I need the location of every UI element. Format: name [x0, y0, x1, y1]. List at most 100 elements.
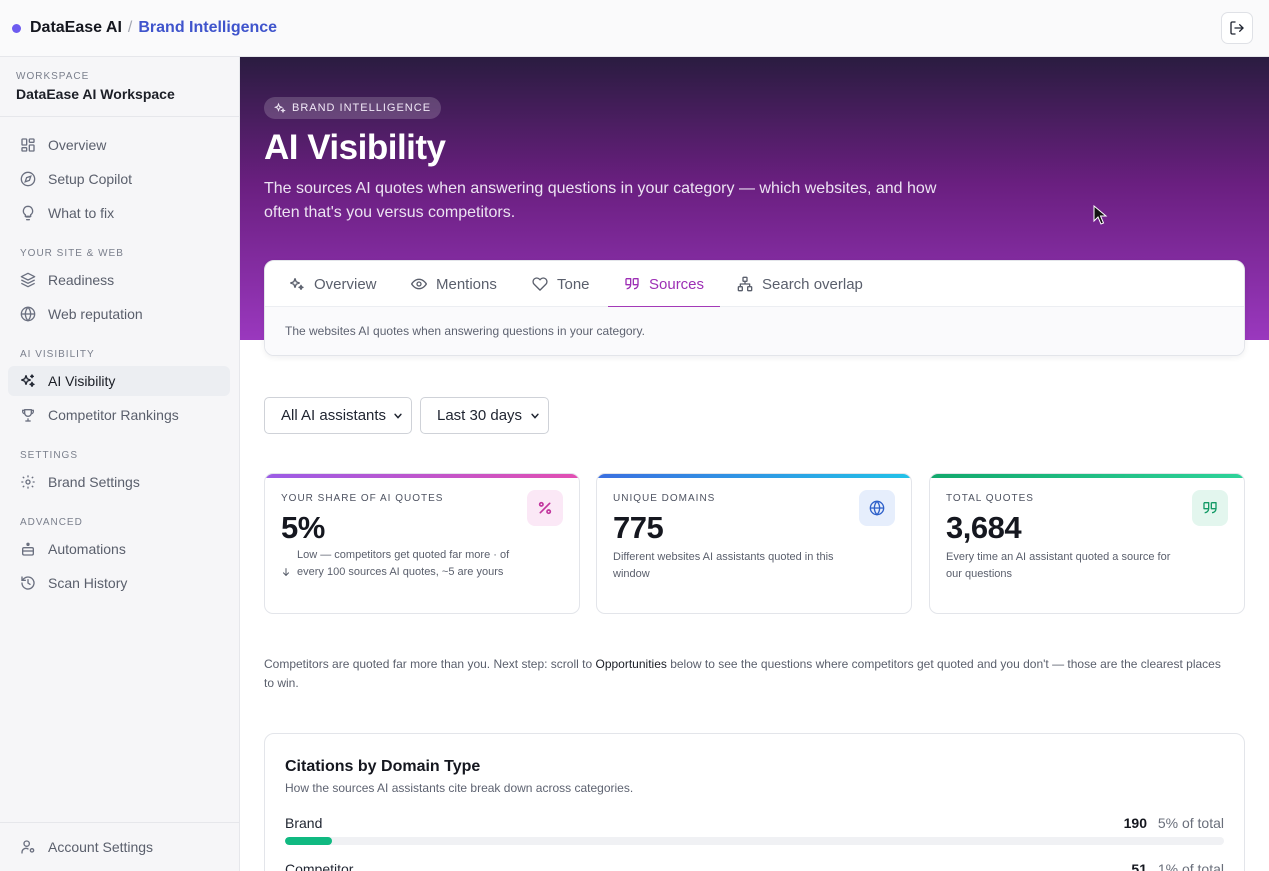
tab-label: Sources: [649, 275, 705, 293]
citation-row-track: [285, 837, 1224, 845]
tab-tone[interactable]: Tone: [532, 261, 590, 307]
eye-icon: [411, 278, 427, 290]
stat-label: YOUR SHARE OF AI QUOTES: [281, 493, 444, 504]
citation-row-fill: [285, 837, 332, 845]
citation-row-percent: 5% of total: [1157, 815, 1224, 831]
citation-row-label: Competitor: [285, 861, 354, 871]
section-heading-settings: SETTINGS: [20, 450, 79, 461]
sparkles-icon: [290, 278, 304, 290]
sidebar-item-label: AI Visibility: [48, 373, 116, 389]
heart-icon: [532, 277, 548, 291]
sidebar-item-label: Readiness: [48, 272, 115, 288]
sidebar-item-label: Web reputation: [48, 306, 143, 322]
next-step-note: Competitors are quoted far more than you…: [264, 655, 1224, 693]
tab-overview[interactable]: Overview: [289, 261, 377, 307]
citation-row-label: Brand: [285, 815, 323, 831]
network-icon: [737, 276, 753, 292]
sidebar-item-label: Setup Copilot: [48, 171, 133, 187]
tab-label: Mentions: [436, 275, 497, 293]
stat-value: 775: [613, 510, 664, 545]
tab-description-panel: The websites AI quotes when answering qu…: [265, 307, 1244, 355]
citation-row-count: 190: [1123, 815, 1147, 831]
mouse-cursor-icon: [1093, 205, 1108, 225]
sidebar-item-ai-visibility[interactable]: AI Visibility: [8, 366, 230, 396]
tab-label: Tone: [557, 275, 590, 293]
stat-label: UNIQUE DOMAINS: [613, 493, 716, 504]
tab-description: The websites AI quotes when answering qu…: [285, 324, 645, 338]
chevron-down-icon: [394, 413, 402, 419]
stat-value: 3,684: [946, 510, 1022, 545]
sidebar-item-competitor-rankings[interactable]: Competitor Rankings: [8, 400, 230, 430]
section-heading-site: YOUR SITE & WEB: [20, 248, 124, 259]
stat-note-text: Low — competitors get quoted far more · …: [297, 549, 510, 578]
tab-sources[interactable]: Sources: [607, 261, 721, 308]
workspace-label: WORKSPACE: [16, 71, 90, 82]
layers-icon: [20, 272, 36, 288]
sidebar-item-scan-history[interactable]: Scan History: [8, 568, 230, 598]
sidebar-item-label: Competitor Rankings: [48, 407, 179, 423]
top-bar: DataEase AI / Brand Intelligence: [0, 0, 1269, 57]
section-heading-ai: AI VISIBILITY: [20, 349, 95, 360]
quote-icon: [1203, 502, 1217, 514]
logout-icon: [1230, 21, 1244, 35]
hero-badge: BRAND INTELLIGENCE: [264, 97, 442, 119]
tab-mentions[interactable]: Mentions: [411, 261, 497, 307]
sidebar-item-account-settings[interactable]: Account Settings: [8, 832, 230, 862]
stat-icon: [859, 490, 895, 526]
assistant-select-value: All AI assistants: [281, 407, 387, 424]
citations-card: Citations by Domain Type How the sources…: [264, 733, 1245, 871]
bot-icon: [22, 542, 34, 556]
sidebar-divider: [0, 116, 240, 117]
sidebar-item-automations[interactable]: Automations: [8, 534, 230, 564]
assistant-select[interactable]: All AI assistants: [264, 397, 412, 434]
sidebar-item-what-to-fix[interactable]: What to fix: [8, 198, 230, 228]
percent-icon: [538, 501, 552, 515]
quote-icon: [625, 278, 639, 290]
stat-card-accent: [265, 474, 579, 478]
user-settings-icon: [21, 840, 35, 854]
opportunities-link[interactable]: Opportunities: [596, 657, 667, 671]
tab-search-overlap[interactable]: Search overlap: [737, 261, 863, 307]
sidebar-item-label: Scan History: [48, 575, 128, 591]
dashboard-icon: [21, 138, 35, 152]
tab-bar: Overview Mentions Tone Sources Search ov…: [265, 261, 1244, 308]
tab-label: Search overlap: [762, 275, 863, 293]
sidebar-item-overview[interactable]: Overview: [8, 130, 230, 160]
citation-row-count: 51: [1131, 861, 1147, 871]
workspace-name[interactable]: DataEase AI Workspace: [16, 86, 175, 102]
arrow-down-icon: [282, 568, 290, 577]
sidebar-item-label: What to fix: [48, 205, 115, 221]
sidebar-item-label: Automations: [48, 541, 126, 557]
lightbulb-icon: [22, 205, 34, 221]
stat-value: 5%: [281, 510, 325, 545]
citations-subtitle: How the sources AI assistants cite break…: [285, 781, 634, 795]
page-title: AI Visibility: [264, 128, 446, 167]
sidebar-item-label: Overview: [48, 137, 107, 153]
sidebar-item-web-reputation[interactable]: Web reputation: [8, 299, 230, 329]
breadcrumb-separator: /: [127, 19, 133, 36]
sparkles-icon: [21, 374, 35, 387]
stat-note: Low — competitors get quoted far more · …: [281, 547, 521, 581]
sidebar-item-readiness[interactable]: Readiness: [8, 265, 230, 295]
product-name[interactable]: Brand Intelligence: [138, 19, 277, 37]
stat-card-quotes: TOTAL QUOTES 3,684 Every time an AI assi…: [929, 473, 1245, 614]
globe-icon: [869, 500, 885, 516]
sidebar-item-brand-settings[interactable]: Brand Settings: [8, 467, 230, 497]
brand-dot-icon: [12, 23, 21, 33]
citation-row-percent: 1% of total: [1157, 861, 1224, 871]
tab-label: Overview: [314, 275, 377, 293]
sidebar-item-setup-copilot[interactable]: Setup Copilot: [8, 164, 230, 194]
app-name[interactable]: DataEase AI: [30, 19, 122, 37]
compass-icon: [20, 171, 36, 187]
stat-label: TOTAL QUOTES: [946, 493, 1034, 504]
logout-button[interactable]: [1221, 12, 1253, 44]
hero-badge-label: BRAND INTELLIGENCE: [292, 102, 432, 114]
stat-card-domains: UNIQUE DOMAINS 775 Different websites AI…: [596, 473, 912, 614]
next-step-text: Competitors are quoted far more than you…: [264, 657, 596, 671]
period-select[interactable]: Last 30 days: [420, 397, 549, 434]
trophy-icon: [22, 409, 34, 422]
gear-icon: [21, 475, 35, 489]
page-description: The sources AI quotes when answering que…: [264, 180, 937, 221]
stat-card-share: YOUR SHARE OF AI QUOTES 5% Low — competi…: [264, 473, 580, 614]
section-heading-advanced: ADVANCED: [20, 517, 83, 528]
